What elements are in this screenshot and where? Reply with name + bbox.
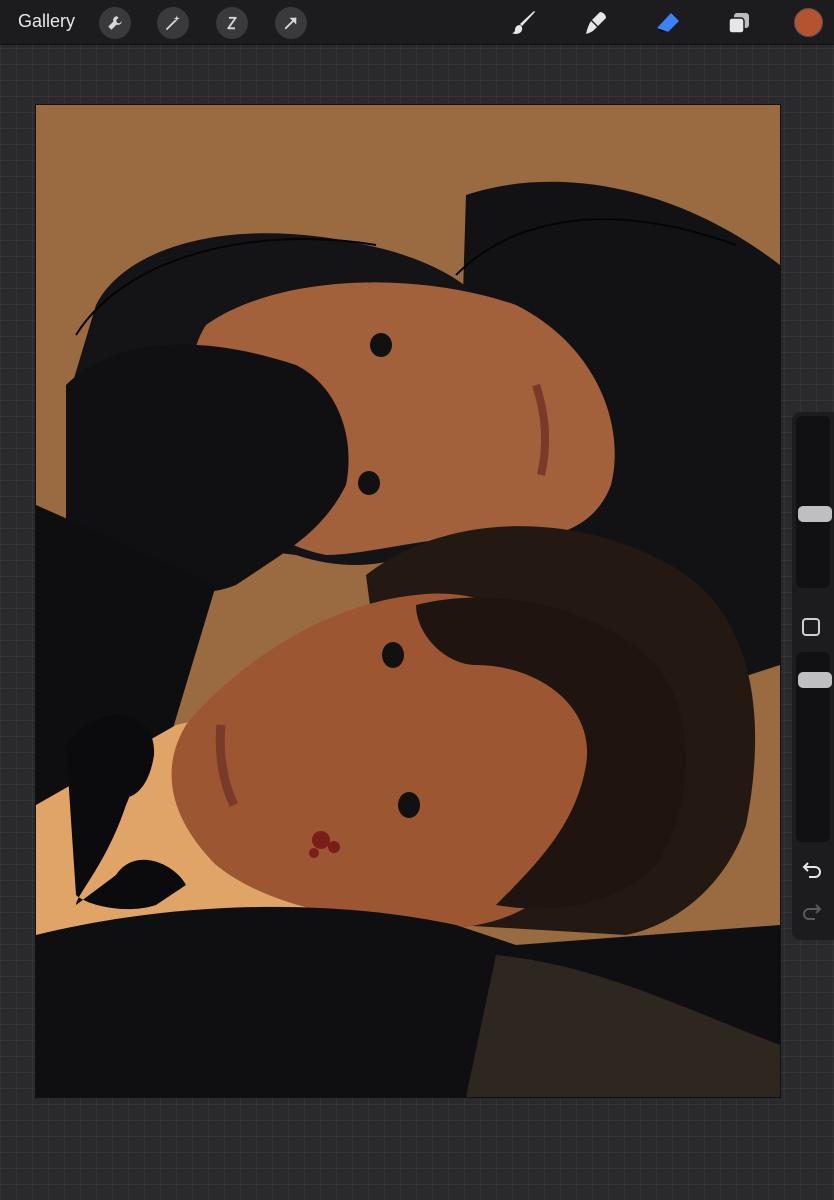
redo-icon[interactable]: [801, 900, 823, 922]
modify-button-icon[interactable]: [802, 618, 820, 636]
gallery-button[interactable]: Gallery: [18, 11, 75, 32]
eraser-icon[interactable]: [652, 7, 684, 39]
brush-icon[interactable]: [508, 7, 540, 39]
wrench-icon[interactable]: [99, 7, 131, 39]
artwork-illustration: [36, 105, 780, 1097]
brush-sidebar: [792, 412, 834, 940]
transform-arrow-icon[interactable]: [275, 7, 307, 39]
selection-icon[interactable]: [216, 7, 248, 39]
smudge-icon[interactable]: [580, 7, 612, 39]
color-swatch-button[interactable]: [794, 8, 823, 37]
brush-size-thumb[interactable]: [798, 506, 832, 522]
opacity-slider[interactable]: [796, 652, 832, 842]
brush-size-slider[interactable]: [796, 416, 832, 588]
undo-icon[interactable]: [801, 858, 823, 880]
drawing-canvas[interactable]: [36, 105, 780, 1097]
magic-wand-icon[interactable]: [157, 7, 189, 39]
top-toolbar: Gallery: [0, 0, 834, 45]
layers-icon[interactable]: [723, 7, 755, 39]
opacity-thumb[interactable]: [798, 672, 832, 688]
